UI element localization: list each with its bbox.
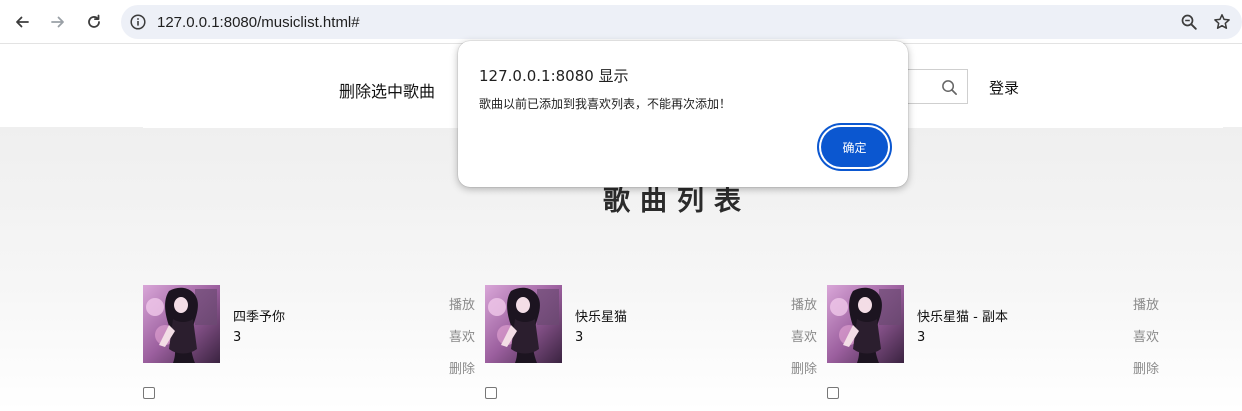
browser-toolbar: 127.0.0.1:8080/musiclist.html# [0,0,1242,44]
song-select-checkbox[interactable] [827,387,839,399]
play-button[interactable]: 播放 [791,294,817,313]
like-button[interactable]: 喜欢 [1133,326,1159,345]
delete-button[interactable]: 删除 [1133,358,1159,377]
song-card: 快乐星猫 3 播放 喜欢 删除 [485,285,827,405]
alert-dialog: 127.0.0.1:8080 显示 歌曲以前已添加到我喜欢列表，不能再次添加！ … [458,41,908,187]
search-icon[interactable] [941,79,958,96]
album-cover-image[interactable] [827,285,904,363]
play-button[interactable]: 播放 [1133,294,1159,313]
song-card: 四季予你 3 播放 喜欢 删除 [143,285,485,405]
song-name: 快乐星猫 - 副本 [917,310,1008,325]
forward-arrow-icon[interactable] [46,10,70,34]
song-play-count: 3 [233,330,242,345]
site-info-icon[interactable] [129,13,147,31]
dialog-title: 127.0.0.1:8080 显示 [479,67,629,85]
song-play-count: 3 [575,330,584,345]
song-card: 快乐星猫 - 副本 3 播放 喜欢 删除 [827,285,1167,405]
song-name: 快乐星猫 [575,310,628,325]
album-cover-image[interactable] [143,285,220,363]
like-button[interactable]: 喜欢 [449,326,475,345]
song-select-checkbox[interactable] [143,387,155,399]
bookmark-star-icon[interactable] [1213,13,1231,31]
delete-selected-button[interactable]: 删除选中歌曲 [339,78,435,102]
album-cover-image[interactable] [485,285,562,363]
dialog-message: 歌曲以前已添加到我喜欢列表，不能再次添加！ [479,97,732,111]
url-text[interactable]: 127.0.0.1:8080/musiclist.html# [157,14,360,31]
back-arrow-icon[interactable] [10,10,34,34]
zoom-icon[interactable] [1180,13,1198,31]
song-play-count: 3 [917,330,926,345]
delete-button[interactable]: 删除 [449,358,475,377]
like-button[interactable]: 喜欢 [791,326,817,345]
delete-button[interactable]: 删除 [791,358,817,377]
reload-icon[interactable] [82,10,106,34]
song-name: 四季予你 [233,310,286,325]
ok-button[interactable]: 确定 [821,127,888,167]
song-select-checkbox[interactable] [485,387,497,399]
play-button[interactable]: 播放 [449,294,475,313]
address-bar[interactable]: 127.0.0.1:8080/musiclist.html# [121,5,1242,39]
login-link[interactable]: 登录 [989,77,1019,98]
